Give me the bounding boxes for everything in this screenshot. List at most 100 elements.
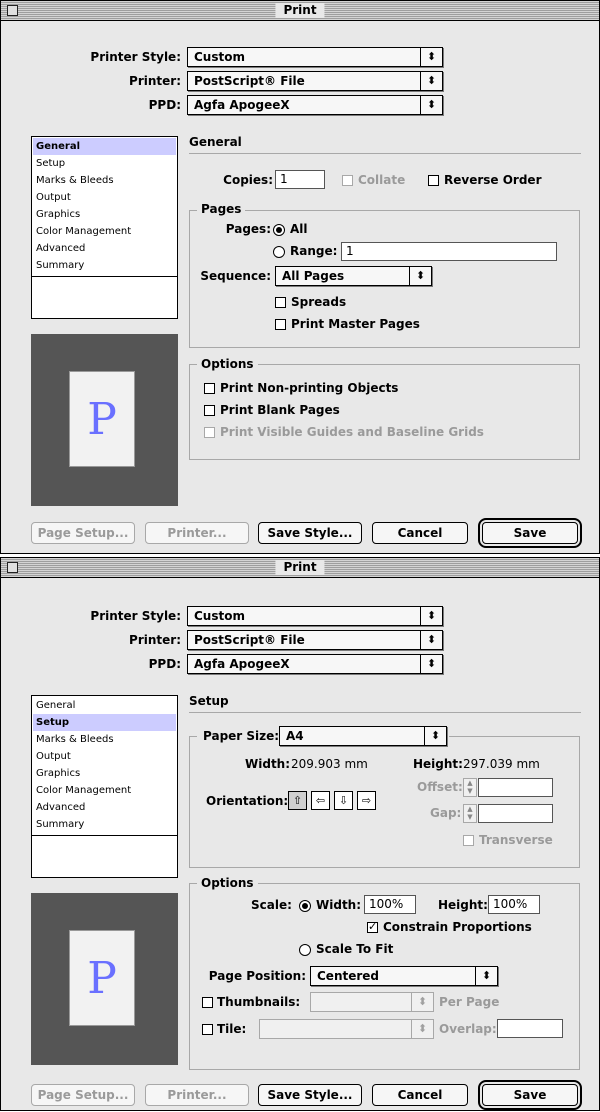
page-setup-button[interactable]: Page Setup... (31, 522, 135, 544)
printer-style-popup[interactable]: Custom ⬍ (187, 47, 443, 67)
printer-button[interactable]: Printer... (145, 1084, 249, 1106)
spreads-checkbox[interactable] (275, 297, 286, 308)
sidebar-item-marks-bleeds[interactable]: Marks & Bleeds (33, 731, 176, 748)
scale-width-field[interactable]: 100% (364, 895, 416, 914)
thumbnails-popup[interactable]: ⬍ (310, 992, 434, 1012)
sidebar-item-output[interactable]: Output (33, 189, 176, 206)
sidebar-item-advanced[interactable]: Advanced (33, 240, 176, 257)
title-bar[interactable]: Print (1, 1, 599, 21)
ppd-popup[interactable]: Agfa ApogeeX ⬍ (187, 654, 443, 674)
reverse-portrait-orientation-icon[interactable]: ⇩ (334, 791, 353, 810)
collate-checkbox[interactable] (342, 175, 353, 186)
print-dialog-setup: Print Printer Style: Custom ⬍ Printer: P… (0, 557, 600, 1111)
thumbnails-checkbox[interactable] (202, 997, 213, 1008)
paper-height-label: Height: (413, 757, 463, 771)
sidebar-item-general[interactable]: General (33, 138, 176, 155)
printer-style-popup[interactable]: Custom ⬍ (187, 606, 443, 626)
section-title: Setup (189, 694, 229, 708)
sidebar-item-marks-bleeds[interactable]: Marks & Bleeds (33, 172, 176, 189)
save-style-button[interactable]: Save Style... (258, 522, 362, 544)
sidebar-item-advanced[interactable]: Advanced (33, 799, 176, 816)
page-preview: P (31, 334, 178, 506)
master-pages-label: Print Master Pages (291, 317, 420, 331)
paper-height-value: 297.039 mm (463, 757, 540, 771)
reverse-landscape-orientation-icon[interactable]: ⇨ (357, 791, 376, 810)
sidebar-item-graphics[interactable]: Graphics (33, 206, 176, 223)
cancel-button[interactable]: Cancel (372, 1084, 468, 1106)
non-printing-checkbox[interactable] (204, 383, 215, 394)
section-divider (189, 712, 581, 713)
save-button[interactable]: Save (478, 1080, 582, 1110)
page-position-label: Page Position: (208, 969, 306, 983)
options-group-title: Options (197, 876, 258, 890)
close-box[interactable] (7, 562, 18, 573)
page-setup-button[interactable]: Page Setup... (31, 1084, 135, 1106)
sidebar-item-color-management[interactable]: Color Management (33, 223, 176, 240)
gap-field[interactable] (478, 804, 553, 823)
pages-group-title: Pages (197, 202, 246, 216)
blank-pages-label: Print Blank Pages (220, 403, 340, 417)
sequence-popup[interactable]: All Pages ⬍ (275, 266, 432, 286)
save-button[interactable]: Save (478, 518, 582, 548)
scale-height-field[interactable]: 100% (488, 895, 540, 914)
printer-value: PostScript® File (194, 633, 305, 647)
scale-to-fit-radio[interactable] (299, 944, 311, 956)
printer-label: Printer: (129, 74, 181, 88)
printer-popup[interactable]: PostScript® File ⬍ (187, 630, 443, 650)
tile-checkbox[interactable] (202, 1024, 213, 1035)
ppd-popup[interactable]: Agfa ApogeeX ⬍ (187, 95, 443, 115)
sidebar-item-setup[interactable]: Setup (33, 714, 176, 731)
orientation-label: Orientation: (206, 794, 289, 808)
list-divider (32, 276, 177, 277)
cancel-button[interactable]: Cancel (372, 522, 468, 544)
sidebar-item-summary[interactable]: Summary (33, 257, 176, 274)
portrait-orientation-icon[interactable]: ⇧ (288, 791, 307, 810)
range-radio[interactable] (273, 246, 285, 258)
sidebar-item-summary[interactable]: Summary (33, 816, 176, 833)
sidebar-item-setup[interactable]: Setup (33, 155, 176, 172)
popup-arrows-icon: ⬍ (411, 1020, 433, 1038)
copies-field[interactable]: 1 (275, 170, 325, 189)
transverse-checkbox[interactable] (463, 835, 474, 846)
ppd-value: Agfa ApogeeX (194, 98, 290, 112)
all-radio[interactable] (273, 224, 285, 236)
section-list: General Setup Marks & Bleeds Output Grap… (31, 136, 178, 319)
popup-arrows-icon: ⬍ (420, 72, 442, 90)
sidebar-item-color-management[interactable]: Color Management (33, 782, 176, 799)
printer-popup[interactable]: PostScript® File ⬍ (187, 71, 443, 91)
printer-button[interactable]: Printer... (145, 522, 249, 544)
page-position-value: Centered (317, 969, 380, 983)
sidebar-item-general[interactable]: General (33, 697, 176, 714)
close-box[interactable] (7, 5, 18, 16)
offset-field[interactable] (478, 778, 553, 797)
landscape-orientation-icon[interactable]: ⇦ (311, 791, 330, 810)
overlap-field[interactable] (497, 1019, 563, 1038)
all-label: All (290, 222, 308, 236)
popup-arrows-icon: ⬍ (409, 267, 431, 285)
gap-stepper[interactable]: ▲ ▼ (463, 804, 477, 823)
reverse-order-checkbox[interactable] (428, 175, 439, 186)
page-preview: P (31, 893, 178, 1065)
spreads-label: Spreads (291, 295, 347, 309)
sequence-label: Sequence: (200, 269, 271, 283)
pages-label: Pages: (225, 222, 271, 236)
paper-size-popup[interactable]: A4 ⬍ (279, 726, 447, 746)
save-style-button[interactable]: Save Style... (258, 1084, 362, 1106)
range-field[interactable]: 1 (341, 242, 557, 261)
visible-guides-checkbox[interactable] (204, 427, 215, 438)
popup-arrows-icon: ⬍ (411, 993, 433, 1011)
master-pages-checkbox[interactable] (275, 319, 286, 330)
ppd-label: PPD: (148, 98, 181, 112)
title-bar[interactable]: Print (1, 558, 599, 578)
constrain-proportions-checkbox[interactable] (367, 920, 378, 933)
sidebar-item-output[interactable]: Output (33, 748, 176, 765)
sidebar-item-graphics[interactable]: Graphics (33, 765, 176, 782)
blank-pages-checkbox[interactable] (204, 405, 215, 416)
offset-stepper[interactable]: ▲ ▼ (463, 778, 477, 797)
page-position-popup[interactable]: Centered ⬍ (310, 966, 498, 986)
popup-arrows-icon: ⬍ (424, 727, 446, 745)
tile-popup[interactable]: ⬍ (259, 1019, 434, 1039)
range-label: Range: (290, 244, 338, 258)
scale-width-radio[interactable] (299, 900, 311, 912)
popup-arrows-icon: ⬍ (420, 631, 442, 649)
